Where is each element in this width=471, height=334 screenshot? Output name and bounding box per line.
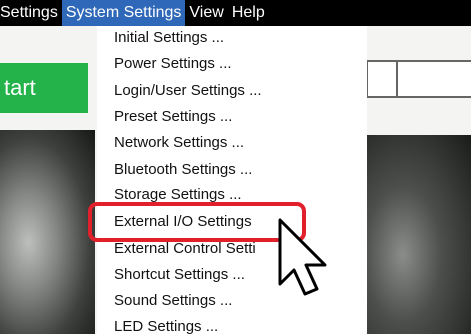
menu-bar: Settings System Settings View Help <box>0 0 471 26</box>
menu-item-network-settings[interactable]: Network Settings ... <box>114 132 244 154</box>
top-input-field[interactable] <box>366 60 471 98</box>
top-input-divider <box>396 62 398 96</box>
menu-help[interactable]: Help <box>228 0 269 26</box>
start-button-label: tart <box>4 75 36 100</box>
highlight-ring <box>88 202 306 242</box>
menu-item-sound-settings[interactable]: Sound Settings ... <box>114 290 232 312</box>
menu-system-settings[interactable]: System Settings <box>61 0 186 26</box>
menu-item-bluetooth-settings[interactable]: Bluetooth Settings ... <box>114 159 252 181</box>
screen: tart Settings System Settings View Help … <box>0 0 471 334</box>
camera-preview-right <box>366 135 471 334</box>
start-button[interactable]: tart <box>0 63 88 113</box>
menu-item-initial-settings[interactable]: Initial Settings ... <box>114 27 224 49</box>
menu-settings[interactable]: Settings <box>0 0 62 26</box>
menu-item-login-user-settings[interactable]: Login/User Settings ... <box>114 80 262 102</box>
arrow-pointer-icon <box>278 218 327 296</box>
menu-item-power-settings[interactable]: Power Settings ... <box>114 53 232 75</box>
menu-view[interactable]: View <box>185 0 227 26</box>
menu-item-shortcut-settings[interactable]: Shortcut Settings ... <box>114 264 245 286</box>
menu-item-led-settings[interactable]: LED Settings ... <box>114 316 218 334</box>
menu-item-preset-settings[interactable]: Preset Settings ... <box>114 106 232 128</box>
camera-preview-left <box>0 130 95 334</box>
